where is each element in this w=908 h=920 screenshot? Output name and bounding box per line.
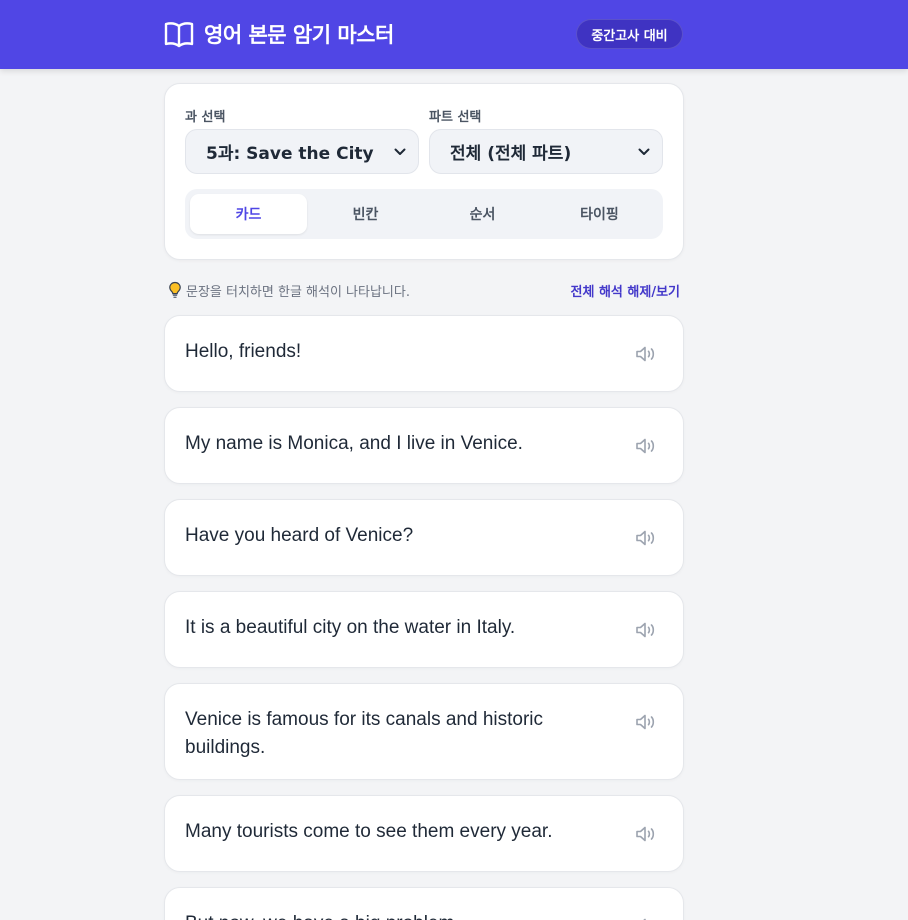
- speaker-icon[interactable]: [635, 825, 657, 843]
- sentence-card[interactable]: But now, we have a big problem.: [164, 887, 684, 920]
- mode-tabs: 카드 빈칸 순서 타이핑: [185, 189, 663, 239]
- open-book-icon: [164, 22, 194, 48]
- sentence-text: Venice is famous for its canals and hist…: [185, 709, 544, 758]
- sentence-card[interactable]: Hello, friends!: [164, 315, 684, 392]
- tab-blank[interactable]: 빈칸: [307, 194, 424, 234]
- speaker-icon[interactable]: [635, 713, 657, 731]
- part-select[interactable]: 전체 (전체 파트): [429, 129, 663, 174]
- speaker-icon[interactable]: [635, 621, 657, 639]
- sentence-card[interactable]: Many tourists come to see them every yea…: [164, 795, 684, 872]
- lightbulb-icon: [169, 281, 181, 298]
- hint-row: 문장을 터치하면 한글 해석이 나타납니다. 전체 해석 해제/보기: [168, 280, 680, 300]
- exam-badge[interactable]: 중간고사 대비: [576, 19, 683, 49]
- app-header: 영어 본문 암기 마스터 중간고사 대비: [0, 0, 908, 69]
- sentence-text: Hello, friends!: [185, 341, 302, 362]
- part-select-value: 전체 (전체 파트): [450, 144, 572, 164]
- hint: 문장을 터치하면 한글 해석이 나타납니다.: [168, 281, 410, 300]
- chevron-down-icon: [394, 148, 406, 155]
- sentence-card[interactable]: It is a beautiful city on the water in I…: [164, 591, 684, 668]
- toggle-all-translations-button[interactable]: 전체 해석 해제/보기: [571, 281, 680, 300]
- sentence-text: But now, we have a big problem.: [185, 910, 605, 920]
- sentence-text: My name is Monica, and I live in Venice.: [185, 433, 523, 454]
- brand: 영어 본문 암기 마스터: [164, 19, 394, 49]
- chevron-down-icon: [638, 148, 650, 155]
- tab-card[interactable]: 카드: [190, 194, 307, 234]
- speaker-icon[interactable]: [635, 437, 657, 455]
- speaker-icon[interactable]: [635, 345, 657, 363]
- sentence-text: Many tourists come to see them every yea…: [185, 821, 553, 842]
- lesson-select[interactable]: 5과: Save the City: [185, 129, 419, 174]
- tab-order[interactable]: 순서: [424, 194, 541, 234]
- control-panel: 과 선택 5과: Save the City 파트 선택 전체 (전체 파트) …: [164, 83, 684, 260]
- lesson-select-label: 과 선택: [185, 110, 226, 125]
- sentence-card[interactable]: Venice is famous for its canals and hist…: [164, 683, 684, 780]
- sentence-card[interactable]: Have you heard of Venice?: [164, 499, 684, 576]
- hint-text: 문장을 터치하면 한글 해석이 나타납니다.: [186, 284, 410, 300]
- lesson-select-value: 5과: Save the City: [206, 144, 374, 164]
- sentence-card[interactable]: My name is Monica, and I live in Venice.: [164, 407, 684, 484]
- tab-typing[interactable]: 타이핑: [541, 194, 658, 234]
- sentence-text: It is a beautiful city on the water in I…: [185, 617, 516, 638]
- sentence-text: Have you heard of Venice?: [185, 525, 414, 546]
- speaker-icon[interactable]: [635, 529, 657, 547]
- part-select-label: 파트 선택: [429, 110, 482, 125]
- app-title: 영어 본문 암기 마스터: [204, 23, 394, 47]
